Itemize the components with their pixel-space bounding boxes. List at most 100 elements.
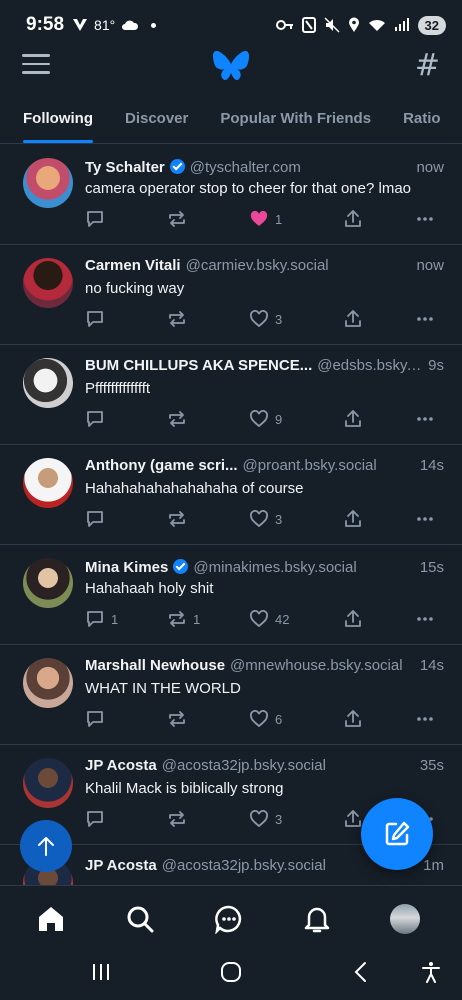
author-handle[interactable]: @carmiev.bsky.social	[186, 257, 411, 274]
share-button[interactable]	[343, 507, 363, 531]
reply-icon	[87, 211, 103, 227]
author-handle[interactable]: @mnewhouse.bsky.social	[230, 657, 414, 674]
repost-icon	[169, 211, 185, 227]
reply-button[interactable]	[85, 507, 111, 531]
author-name[interactable]: Ty Schalter	[85, 159, 165, 176]
author-name[interactable]: Mina Kimes	[85, 559, 168, 576]
tab-following[interactable]: Following	[23, 96, 93, 143]
post-text: no fucking way	[85, 280, 185, 297]
author-avatar[interactable]	[23, 758, 73, 808]
like-button[interactable]: 3	[249, 807, 282, 831]
hash-icon[interactable]: #	[415, 48, 440, 83]
reply-button[interactable]: 1	[85, 607, 118, 631]
like-button[interactable]: 6	[249, 707, 282, 731]
share-icon	[345, 410, 361, 427]
author-name[interactable]: Anthony (game scri...	[85, 457, 238, 474]
author-avatar[interactable]	[23, 658, 73, 708]
post-item[interactable]: Mina Kimes @minakimes.bsky.social 15s Ha…	[0, 545, 462, 645]
like-count: 1	[275, 211, 283, 227]
mute-icon	[324, 17, 340, 33]
author-handle[interactable]: @edsbs.bsky....	[317, 357, 422, 374]
reply-button[interactable]	[85, 407, 111, 431]
scroll-to-top-button[interactable]	[20, 820, 72, 872]
more-options-button[interactable]	[415, 407, 435, 431]
wifi-icon	[368, 19, 385, 31]
repost-button[interactable]	[167, 707, 193, 731]
share-icon	[345, 210, 361, 227]
repost-icon	[169, 511, 185, 527]
post-item[interactable]: Ty Schalter @tyschalter.com now camera o…	[0, 145, 462, 245]
post-time: 1m	[423, 857, 444, 874]
share-button[interactable]	[343, 607, 363, 631]
home-icon[interactable]	[36, 904, 66, 934]
menu-icon[interactable]	[22, 54, 50, 78]
author-avatar[interactable]	[23, 158, 73, 208]
like-button[interactable]: 42	[249, 607, 289, 631]
like-count: 3	[275, 311, 283, 327]
tab-popular-with-friends[interactable]: Popular With Friends	[220, 96, 371, 143]
repost-button[interactable]	[167, 507, 193, 531]
like-button[interactable]: 3	[249, 507, 282, 531]
repost-button[interactable]	[167, 207, 193, 231]
post-item[interactable]: Marshall Newhouse @mnewhouse.bsky.social…	[0, 645, 462, 745]
like-button[interactable]: 3	[249, 307, 282, 331]
share-button[interactable]	[343, 407, 363, 431]
home-button[interactable]	[220, 961, 242, 983]
more-options-button[interactable]	[415, 607, 435, 631]
more-options-button[interactable]	[415, 207, 435, 231]
back-button[interactable]	[350, 961, 372, 983]
post-item[interactable]: Anthony (game scri... @proant.bsky.socia…	[0, 445, 462, 545]
post-actions: 1 1 42	[85, 607, 444, 631]
like-icon	[250, 310, 268, 328]
author-avatar[interactable]	[23, 458, 73, 508]
share-button[interactable]	[343, 807, 363, 831]
repost-button[interactable]	[167, 807, 193, 831]
notifications-icon[interactable]	[302, 904, 332, 934]
post-item[interactable]: BUM CHILLUPS AKA SPENCE... @edsbs.bsky..…	[0, 345, 462, 445]
more-options-button[interactable]	[415, 307, 435, 331]
author-handle[interactable]: @tyschalter.com	[190, 159, 411, 176]
reply-icon	[87, 811, 103, 827]
reply-button[interactable]	[85, 807, 111, 831]
post-item[interactable]: Carmen Vitali @carmiev.bsky.social now n…	[0, 245, 462, 345]
share-button[interactable]	[343, 307, 363, 331]
reply-button[interactable]	[85, 207, 111, 231]
recents-button[interactable]	[90, 961, 112, 983]
tab-discover[interactable]: Discover	[125, 96, 188, 143]
author-avatar[interactable]	[23, 258, 73, 308]
author-handle[interactable]: @minakimes.bsky.social	[193, 559, 413, 576]
butterfly-logo[interactable]	[212, 49, 250, 83]
author-name[interactable]: Carmen Vitali	[85, 257, 181, 274]
more-options-button[interactable]	[415, 707, 435, 731]
profile-avatar[interactable]	[390, 904, 420, 934]
repost-button[interactable]: 1	[167, 607, 200, 631]
compose-button[interactable]	[361, 798, 433, 870]
chat-icon[interactable]	[214, 904, 244, 934]
author-avatar[interactable]	[23, 358, 73, 408]
author-name[interactable]: JP Acosta	[85, 857, 157, 874]
more-options-button[interactable]	[415, 507, 435, 531]
repost-button[interactable]	[167, 407, 193, 431]
like-icon	[250, 710, 268, 728]
share-button[interactable]	[343, 707, 363, 731]
share-button[interactable]	[343, 207, 363, 231]
search-icon[interactable]	[125, 904, 155, 934]
like-button[interactable]: 1	[249, 207, 282, 231]
post-feed[interactable]: Ty Schalter @tyschalter.com now camera o…	[0, 145, 462, 885]
verified-icon	[169, 159, 185, 174]
author-name[interactable]: Marshall Newhouse	[85, 657, 225, 674]
reply-button[interactable]	[85, 307, 111, 331]
author-name[interactable]: BUM CHILLUPS AKA SPENCE...	[85, 357, 312, 374]
author-handle[interactable]: @acosta32jp.bsky.social	[162, 757, 414, 774]
author-name[interactable]: JP Acosta	[85, 757, 157, 774]
author-handle[interactable]: @proant.bsky.social	[243, 457, 414, 474]
feed-tabs: Following Discover Popular With Friends …	[0, 96, 462, 144]
accessibility-button[interactable]	[420, 961, 442, 983]
author-avatar[interactable]	[23, 558, 73, 608]
like-button[interactable]: 9	[249, 407, 282, 431]
reply-icon	[87, 511, 103, 527]
reply-button[interactable]	[85, 707, 111, 731]
share-icon	[345, 710, 361, 727]
repost-button[interactable]	[167, 307, 193, 331]
tab-ratio[interactable]: Ratio	[403, 96, 441, 143]
